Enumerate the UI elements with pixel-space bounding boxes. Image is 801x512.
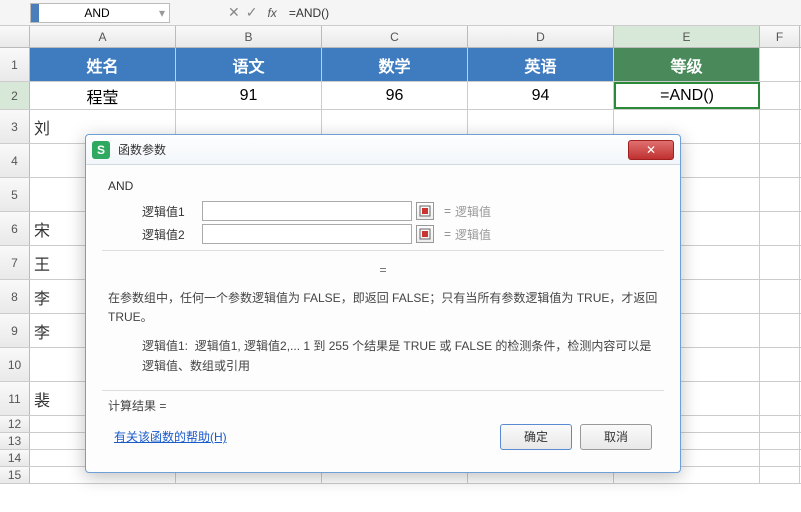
dialog-footer: 有关该函数的帮助(H) 确定 取消: [102, 420, 664, 462]
confirm-formula-icon[interactable]: ✓: [246, 4, 258, 21]
argument-description: 逻辑值1: 逻辑值1, 逻辑值2,... 1 到 255 个结果是 TRUE 或…: [142, 337, 658, 375]
cell[interactable]: 程莹: [30, 82, 176, 109]
argument-row: 逻辑值2 = 逻辑值: [142, 224, 664, 244]
argument-row: 逻辑值1 = 逻辑值: [142, 201, 664, 221]
ok-button[interactable]: 确定: [500, 424, 572, 450]
argument-label: 逻辑值1: [142, 203, 202, 220]
equals-label: =: [444, 204, 451, 218]
result-equals: =: [102, 263, 664, 277]
range-selector-icon[interactable]: [416, 225, 434, 243]
row-header[interactable]: 15: [0, 467, 30, 483]
arg-desc-label: 逻辑值1:: [142, 339, 188, 353]
cell[interactable]: [760, 110, 800, 143]
argument-input[interactable]: [202, 201, 412, 221]
row-header[interactable]: 7: [0, 246, 30, 279]
argument-preview: 逻辑值: [455, 226, 491, 243]
cancel-formula-icon[interactable]: ✕: [228, 4, 240, 21]
argument-input[interactable]: [202, 224, 412, 244]
cell[interactable]: [760, 82, 800, 109]
table-row: 1 姓名 语文 数学 英语 等级: [0, 48, 801, 82]
row-header[interactable]: 10: [0, 348, 30, 381]
cell[interactable]: [760, 467, 800, 483]
header-cell[interactable]: 数学: [322, 48, 468, 81]
dialog-title: 函数参数: [118, 141, 166, 158]
cell[interactable]: [760, 246, 800, 279]
argument-preview: 逻辑值: [455, 203, 491, 220]
column-header[interactable]: A: [30, 26, 176, 47]
cell[interactable]: [760, 433, 800, 449]
row-header[interactable]: 5: [0, 178, 30, 211]
cell[interactable]: [760, 314, 800, 347]
row-header[interactable]: 3: [0, 110, 30, 143]
cell[interactable]: 94: [468, 82, 614, 109]
close-button[interactable]: ✕: [628, 140, 674, 160]
cell[interactable]: [760, 416, 800, 432]
active-cell[interactable]: =AND(): [614, 82, 760, 109]
cell[interactable]: [760, 212, 800, 245]
range-selector-icon[interactable]: [416, 202, 434, 220]
column-header[interactable]: B: [176, 26, 322, 47]
row-header[interactable]: 2: [0, 82, 30, 109]
header-cell[interactable]: 等级: [614, 48, 760, 81]
formula-input[interactable]: =AND(): [289, 6, 329, 20]
equals-label: =: [444, 227, 451, 241]
calculation-result: 计算结果 =: [108, 397, 658, 414]
arg-desc-text: 逻辑值1, 逻辑值2,... 1 到 255 个结果是 TRUE 或 FALSE…: [142, 339, 651, 372]
row-header[interactable]: 6: [0, 212, 30, 245]
name-box-indicator: [31, 4, 39, 22]
cell[interactable]: [760, 348, 800, 381]
column-header[interactable]: F: [760, 26, 800, 47]
header-cell[interactable]: 英语: [468, 48, 614, 81]
function-name: AND: [108, 179, 664, 193]
cell[interactable]: 96: [322, 82, 468, 109]
app-icon: S: [92, 141, 110, 159]
row-header[interactable]: 12: [0, 416, 30, 432]
function-description: 在参数组中，任何一个参数逻辑值为 FALSE，即返回 FALSE；只有当所有参数…: [108, 289, 658, 327]
column-header[interactable]: E: [614, 26, 760, 47]
argument-label: 逻辑值2: [142, 226, 202, 243]
name-box-value: AND: [39, 4, 155, 22]
row-header[interactable]: 11: [0, 382, 30, 415]
cell[interactable]: [760, 144, 800, 177]
row-header[interactable]: 8: [0, 280, 30, 313]
header-cell[interactable]: 语文: [176, 48, 322, 81]
formula-controls: ✕ ✓ fx =AND(): [228, 4, 329, 21]
cell[interactable]: [760, 280, 800, 313]
row-header[interactable]: 13: [0, 433, 30, 449]
cancel-button[interactable]: 取消: [580, 424, 652, 450]
chevron-down-icon[interactable]: ▾: [155, 6, 169, 20]
dialog-body: AND 逻辑值1 = 逻辑值 逻辑值2 = 逻辑值 = 在参数组中，任何一个参数…: [86, 165, 680, 472]
divider: [102, 250, 664, 251]
select-all-corner[interactable]: [0, 26, 30, 47]
column-header[interactable]: C: [322, 26, 468, 47]
formula-bar: AND ▾ ✕ ✓ fx =AND(): [0, 0, 801, 26]
help-link[interactable]: 有关该函数的帮助(H): [114, 428, 227, 445]
dialog-titlebar[interactable]: S 函数参数 ✕: [86, 135, 680, 165]
column-header[interactable]: D: [468, 26, 614, 47]
row-header[interactable]: 14: [0, 450, 30, 466]
table-row: 2 程莹 91 96 94 =AND(): [0, 82, 801, 110]
row-header[interactable]: 9: [0, 314, 30, 347]
cell[interactable]: [760, 48, 800, 81]
function-arguments-dialog: S 函数参数 ✕ AND 逻辑值1 = 逻辑值 逻辑值2 = 逻辑值 = 在参数…: [85, 134, 681, 473]
cell[interactable]: 91: [176, 82, 322, 109]
divider: [102, 390, 664, 391]
header-cell[interactable]: 姓名: [30, 48, 176, 81]
column-headers: A B C D E F: [0, 26, 801, 48]
cell[interactable]: [760, 382, 800, 415]
cell[interactable]: [760, 178, 800, 211]
cell[interactable]: [760, 450, 800, 466]
row-header[interactable]: 4: [0, 144, 30, 177]
name-box[interactable]: AND ▾: [30, 3, 170, 23]
fx-icon[interactable]: fx: [267, 6, 276, 20]
row-header[interactable]: 1: [0, 48, 30, 81]
